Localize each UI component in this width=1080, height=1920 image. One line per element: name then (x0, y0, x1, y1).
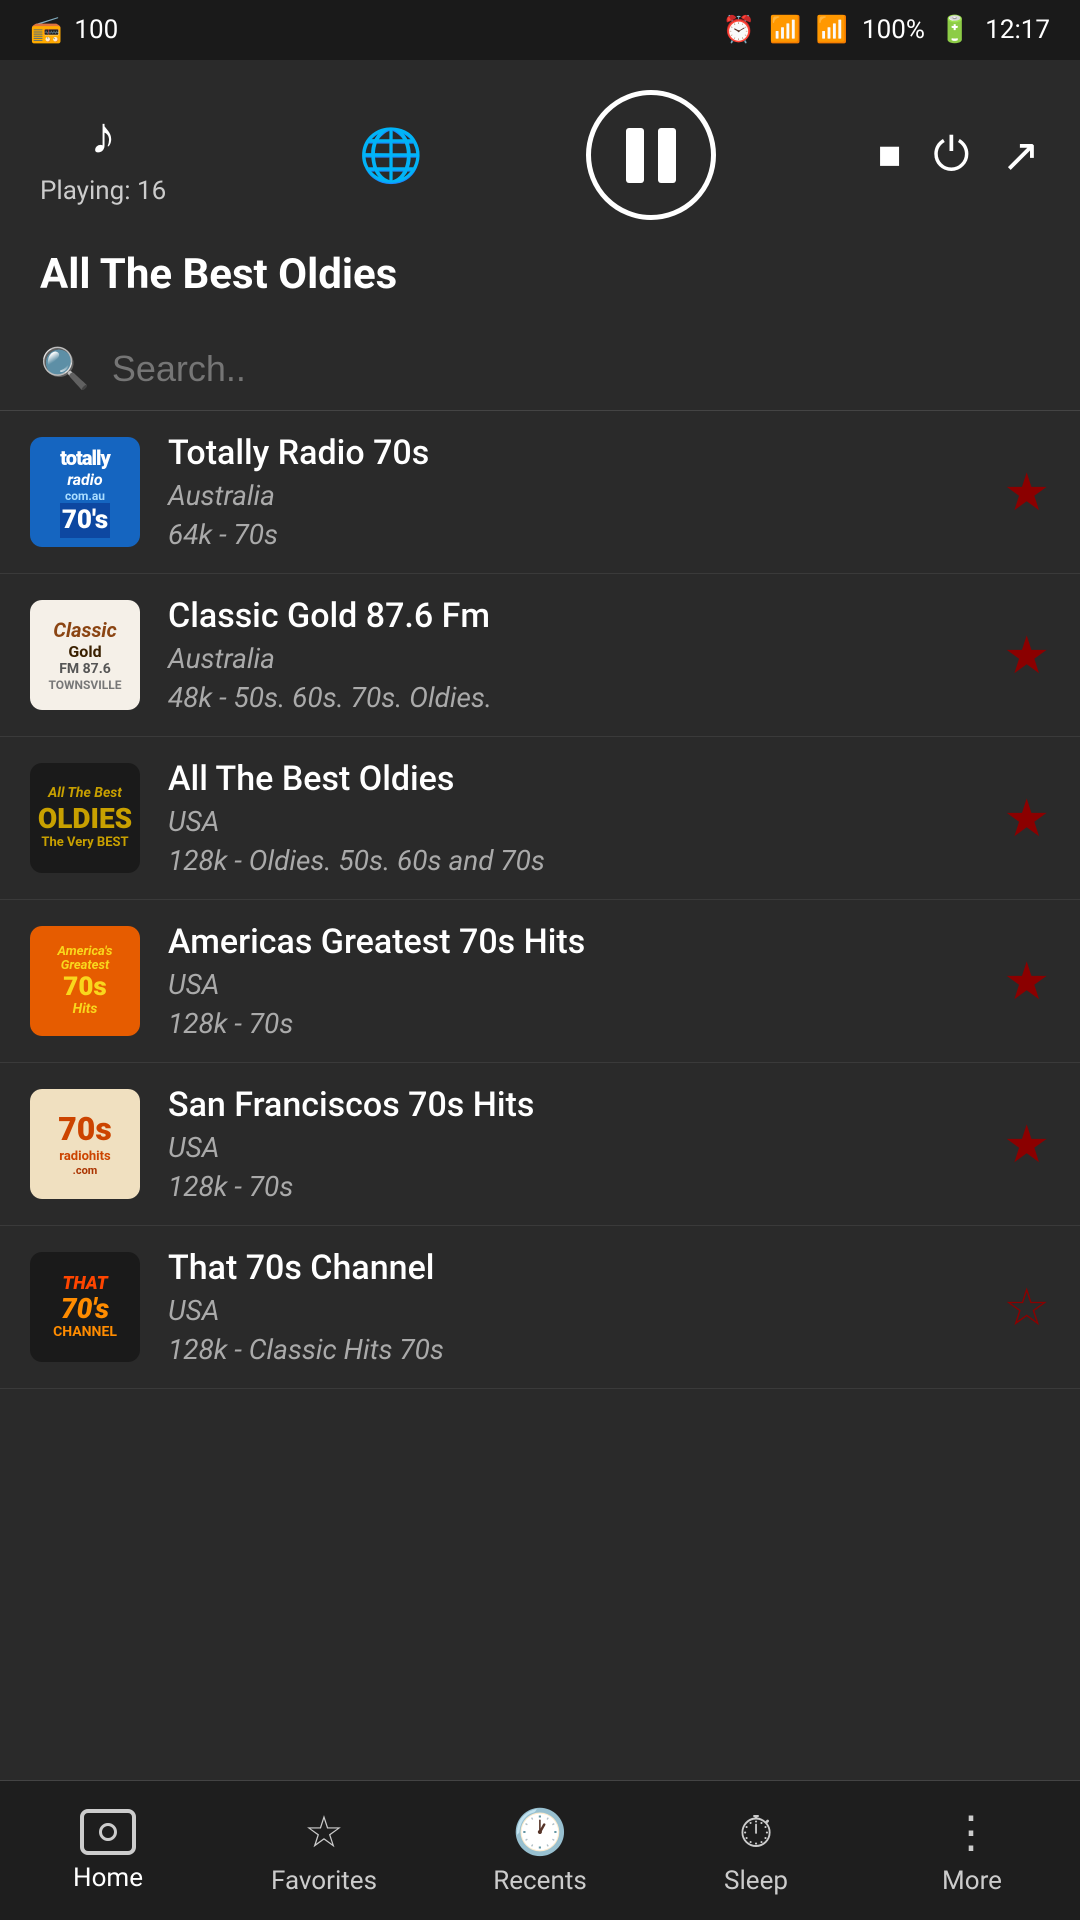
signal-count: 100 (74, 15, 118, 45)
station-name: San Franciscos 70s Hits (168, 1085, 975, 1125)
favorite-star[interactable] (1003, 1277, 1050, 1338)
favorite-star[interactable] (1003, 625, 1050, 686)
player-controls: ⏹ ⏻ ↗ (878, 127, 1040, 183)
station-bitrate: 128k - 70s (168, 1007, 975, 1040)
alarm-icon: ⏰ (723, 15, 755, 45)
station-info: All The Best Oldies USA 128k - Oldies. 5… (168, 759, 975, 877)
music-note-icon: ♪ (90, 105, 116, 166)
station-title-bar: All The Best Oldies (0, 240, 1080, 327)
station-bitrate: 128k - Oldies. 50s. 60s and 70s (168, 844, 975, 877)
station-info: San Franciscos 70s Hits USA 128k - 70s (168, 1085, 975, 1203)
search-icon: 🔍 (40, 345, 90, 392)
station-country: USA (168, 1131, 975, 1164)
station-item[interactable]: All The Best OLDIES The Very BEST All Th… (0, 737, 1080, 900)
station-item[interactable]: Classic Gold FM 87.6 TOWNSVILLE Classic … (0, 574, 1080, 737)
app-icon: 📻 (30, 15, 62, 45)
station-info: Classic Gold 87.6 Fm Australia 48k - 50s… (168, 596, 975, 714)
share-button[interactable]: ↗ (1001, 128, 1040, 182)
station-bitrate: 128k - Classic Hits 70s (168, 1333, 975, 1366)
current-station-title: All The Best Oldies (40, 250, 1040, 299)
more-label: More (942, 1866, 1002, 1896)
station-name: All The Best Oldies (168, 759, 975, 799)
recents-label: Recents (493, 1866, 587, 1896)
search-input[interactable] (112, 348, 1040, 390)
player-header: ♪ Playing: 16 🌐 ⏹ ⏻ ↗ (0, 60, 1080, 240)
station-info: Americas Greatest 70s Hits USA 128k - 70… (168, 922, 975, 1040)
station-bitrate: 128k - 70s (168, 1170, 975, 1203)
station-country: Australia (168, 479, 975, 512)
station-item[interactable]: 70s radiohits .com San Franciscos 70s Hi… (0, 1063, 1080, 1226)
nav-item-home[interactable]: Home (0, 1781, 216, 1920)
favorite-star[interactable] (1003, 951, 1050, 1012)
stop-button[interactable]: ⏹ (878, 127, 901, 183)
nav-item-favorites[interactable]: ☆ Favorites (216, 1781, 432, 1920)
station-name: That 70s Channel (168, 1248, 975, 1288)
station-name: Americas Greatest 70s Hits (168, 922, 975, 962)
status-right: ⏰ 📶 📶 100% 🔋 12:17 (723, 15, 1050, 45)
home-icon (80, 1809, 136, 1855)
favorite-star[interactable] (1003, 788, 1050, 849)
station-logo-classic: Classic Gold FM 87.6 TOWNSVILLE (30, 600, 140, 710)
recents-icon: 🕐 (513, 1806, 568, 1858)
pause-icon (626, 128, 676, 183)
station-name: Totally Radio 70s (168, 433, 975, 473)
sleep-label: Sleep (724, 1866, 788, 1896)
station-info: That 70s Channel USA 128k - Classic Hits… (168, 1248, 975, 1366)
battery-percent: 100% (862, 15, 925, 45)
power-button[interactable]: ⏻ (933, 127, 969, 183)
station-country: USA (168, 968, 975, 1001)
station-bitrate: 48k - 50s. 60s. 70s. Oldies. (168, 681, 975, 714)
station-item[interactable]: America's Greatest 70s Hits Americas Gre… (0, 900, 1080, 1063)
station-list: totally radio com.au 70's Totally Radio … (0, 411, 1080, 1780)
main-content: ♪ Playing: 16 🌐 ⏹ ⏻ ↗ All The Best Oldie… (0, 60, 1080, 1780)
battery-icon: 🔋 (939, 15, 971, 45)
station-item[interactable]: THAT 70's CHANNEL That 70s Channel USA 1… (0, 1226, 1080, 1389)
search-bar: 🔍 (0, 327, 1080, 411)
status-left: 📻 100 (30, 15, 118, 45)
nav-item-sleep[interactable]: ⏱ Sleep (648, 1781, 864, 1920)
station-info: Totally Radio 70s Australia 64k - 70s (168, 433, 975, 551)
home-label: Home (73, 1863, 143, 1893)
clock-time: 12:17 (985, 15, 1050, 45)
sleep-icon: ⏱ (739, 1806, 773, 1858)
favorite-star[interactable] (1003, 462, 1050, 523)
station-logo-totally: totally radio com.au 70's (30, 437, 140, 547)
wifi-icon: 📶 (769, 15, 801, 45)
globe-icon: 🌐 (359, 125, 424, 186)
pause-button[interactable] (586, 90, 716, 220)
station-country: USA (168, 1294, 975, 1327)
favorites-icon: ☆ (304, 1806, 343, 1858)
nav-item-more[interactable]: ⋮ More (864, 1781, 1080, 1920)
more-icon: ⋮ (949, 1806, 995, 1858)
station-logo-sf: 70s radiohits .com (30, 1089, 140, 1199)
station-logo-that70s: THAT 70's CHANNEL (30, 1252, 140, 1362)
station-logo-oldies: All The Best OLDIES The Very BEST (30, 763, 140, 873)
station-country: USA (168, 805, 975, 838)
status-bar: 📻 100 ⏰ 📶 📶 100% 🔋 12:17 (0, 0, 1080, 60)
station-name: Classic Gold 87.6 Fm (168, 596, 975, 636)
signal-icon: 📶 (816, 15, 848, 45)
favorites-label: Favorites (271, 1866, 377, 1896)
bottom-nav: Home ☆ Favorites 🕐 Recents ⏱ Sleep ⋮ Mor… (0, 1780, 1080, 1920)
station-item[interactable]: totally radio com.au 70's Totally Radio … (0, 411, 1080, 574)
nav-item-recents[interactable]: 🕐 Recents (432, 1781, 648, 1920)
favorite-star[interactable] (1003, 1114, 1050, 1175)
station-logo-americas: America's Greatest 70s Hits (30, 926, 140, 1036)
station-bitrate: 64k - 70s (168, 518, 975, 551)
playing-label: Playing: 16 (40, 176, 166, 206)
station-country: Australia (168, 642, 975, 675)
